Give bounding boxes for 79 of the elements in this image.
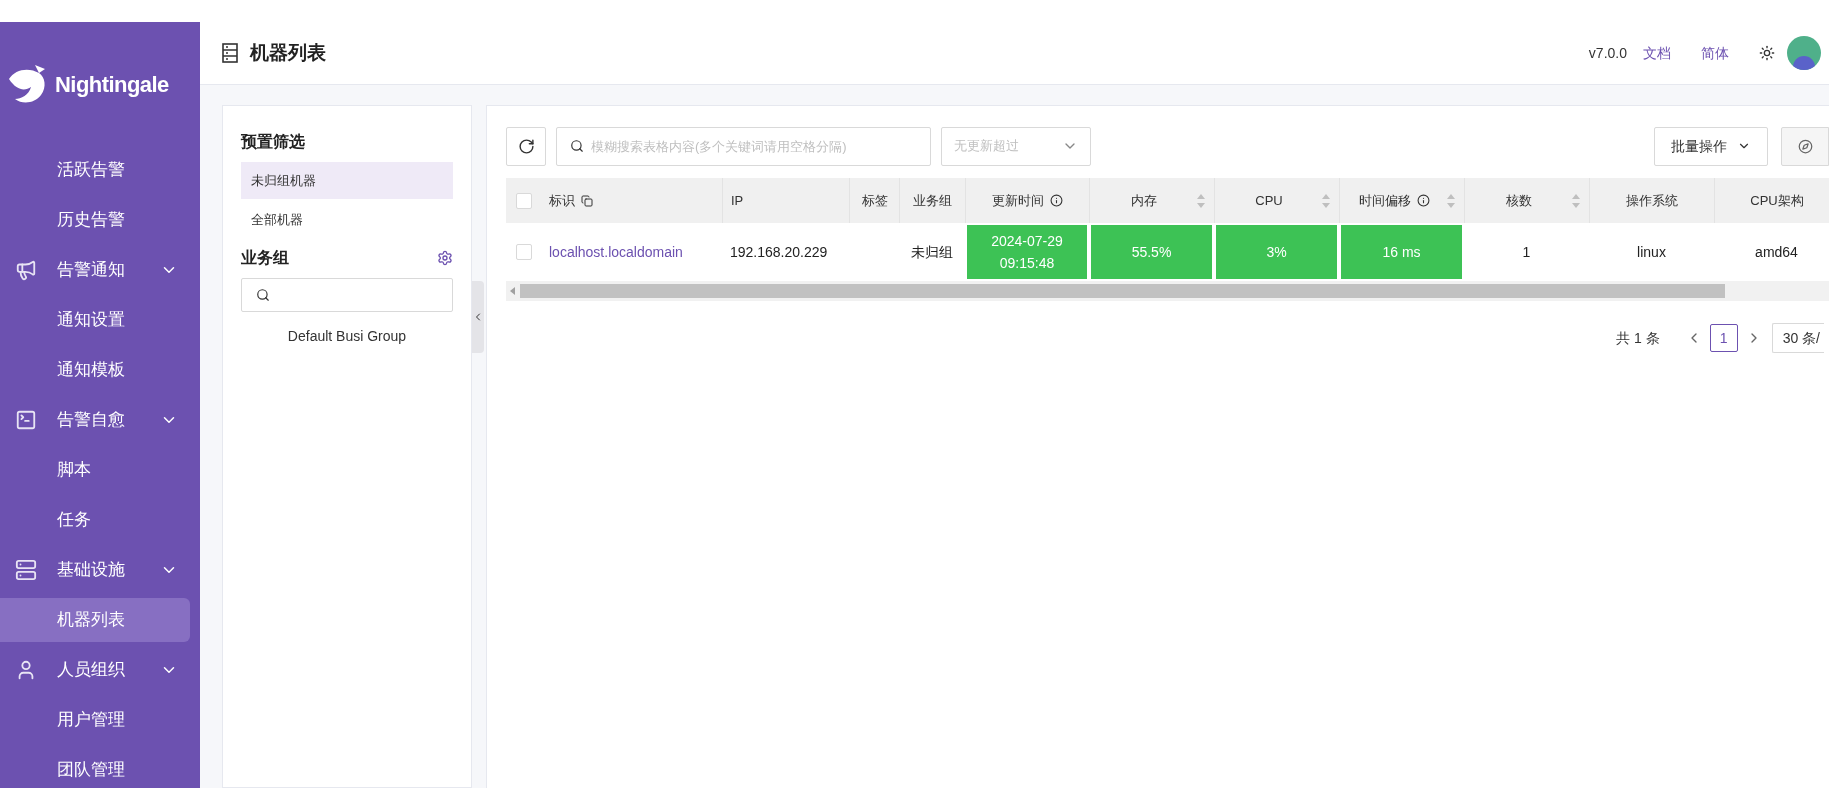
preset-item[interactable]: 未归组机器 [241, 162, 453, 199]
logo-text: Nightingale [55, 70, 169, 99]
table-cell-text: 未归组 [911, 242, 953, 262]
sidebar-item[interactable]: 任务 [0, 498, 190, 542]
collapse-handle[interactable] [472, 280, 484, 353]
group-label: 告警自愈 [57, 409, 126, 432]
info-icon [1050, 194, 1063, 207]
group-title: 业务组 [241, 248, 289, 268]
header-link[interactable]: 简体 [1701, 42, 1729, 64]
sidebar-group[interactable]: 告警通知 [0, 248, 200, 292]
status-cell: 16 ms [1341, 225, 1462, 279]
page-size-select[interactable]: 30 条/ [1771, 323, 1824, 353]
sidebar-item[interactable]: 团队管理 [0, 748, 190, 788]
refresh-icon [517, 137, 535, 155]
sidebar-item[interactable]: 用户管理 [0, 698, 190, 742]
sort-icon[interactable] [1446, 192, 1456, 209]
column-header: 核数 [1506, 191, 1532, 210]
status-cell: 55.5% [1091, 225, 1212, 279]
column-header: IP [731, 191, 744, 210]
avatar[interactable] [1787, 36, 1821, 70]
column-header: 标识 [549, 191, 575, 210]
copy-icon[interactable] [581, 194, 593, 207]
group-tree-item[interactable]: Default Busi Group [287, 326, 407, 347]
group-search-field[interactable] [241, 278, 453, 312]
header-link[interactable]: 文档 [1643, 42, 1671, 64]
column-header: 时间偏移 [1358, 191, 1411, 210]
total-count: 共 1 条 [1616, 328, 1660, 348]
group-icon [15, 259, 37, 281]
group-label: 人员组织 [57, 659, 126, 682]
column-header: 操作系统 [1626, 191, 1678, 210]
column-header: 业务组 [913, 191, 952, 210]
host-link[interactable]: localhost.localdomain [549, 241, 683, 263]
column-header: 标签 [861, 191, 888, 210]
page-title: 机器列表 [250, 40, 327, 65]
search-icon [570, 138, 584, 153]
sidebar-item[interactable]: 历史告警 [0, 198, 190, 242]
select-all-checkbox[interactable] [515, 192, 532, 209]
status-cell: 2024-07-29 09:15:48 [967, 225, 1087, 279]
row-checkbox[interactable] [515, 244, 532, 260]
sort-icon[interactable] [1321, 192, 1331, 209]
info-icon [1416, 194, 1430, 207]
list-icon [222, 43, 238, 63]
table-cell-text: amd64 [1755, 242, 1798, 262]
table-cell-text: linux [1637, 242, 1666, 262]
column-header: CPU架构 [1750, 191, 1804, 210]
settings-icon[interactable] [437, 250, 453, 266]
compass-icon [1797, 138, 1813, 154]
group-icon [15, 409, 37, 431]
batch-action-button[interactable]: 批量操作 [1654, 126, 1768, 166]
group-label: 告警通知 [57, 259, 126, 282]
sidebar-item[interactable]: 活跃告警 [0, 148, 190, 192]
preset-title: 预置筛选 [241, 132, 306, 152]
version-label: v7.0.0 [1588, 43, 1627, 63]
explore-button[interactable] [1781, 126, 1829, 166]
search-field[interactable]: 模糊搜索表格内容(多个关键词请用空格分隔) [556, 126, 931, 166]
sort-icon[interactable] [1571, 192, 1581, 209]
column-header: CPU [1255, 191, 1283, 210]
table-cell-text: 192.168.20.229 [730, 242, 828, 262]
column-header: 更新时间 [992, 191, 1044, 210]
sidebar-item[interactable]: 通知模板 [0, 348, 190, 392]
group-label: 基础设施 [57, 559, 126, 582]
page-button[interactable]: 1 [1709, 324, 1738, 352]
horizontal-scrollbar[interactable] [506, 281, 1829, 301]
sidebar-item[interactable]: 机器列表 [0, 598, 190, 642]
sidebar-group[interactable]: 告警自愈 [0, 398, 200, 442]
status-cell: 3% [1216, 225, 1337, 279]
sidebar-item[interactable]: 脚本 [0, 448, 190, 492]
sort-icon[interactable] [1196, 192, 1206, 209]
sidebar-group[interactable]: 基础设施 [0, 548, 200, 592]
column-header: 内存 [1131, 191, 1157, 210]
table-cell-text: 1 [1522, 242, 1531, 262]
sidebar-group[interactable]: 人员组织 [0, 648, 200, 692]
search-icon [256, 288, 270, 302]
sidebar-item[interactable]: 通知设置 [0, 298, 190, 342]
refresh-button[interactable] [506, 126, 546, 166]
preset-item[interactable]: 全部机器 [241, 201, 453, 238]
group-icon [15, 559, 37, 581]
scrollbar-thumb[interactable] [520, 284, 1725, 298]
theme-icon[interactable] [1759, 45, 1775, 61]
